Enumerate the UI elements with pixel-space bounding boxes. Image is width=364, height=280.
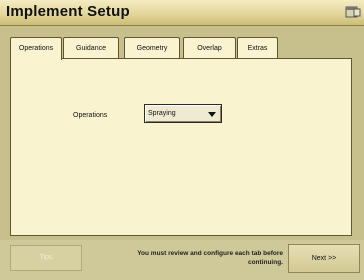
status-message-line2: continuing. (247, 259, 283, 266)
window-icon[interactable] (345, 5, 361, 19)
title-bar: Implement Setup (0, 0, 364, 26)
tab-operations[interactable]: Operations (10, 37, 62, 60)
status-message: You must review and configure each tab b… (98, 249, 283, 267)
tab-geometry[interactable]: Geometry (124, 37, 180, 58)
window-title: Implement Setup (6, 3, 130, 20)
tab-guidance[interactable]: Guidance (63, 37, 119, 58)
operations-selected-value: Spraying (148, 110, 176, 117)
status-message-line1: You must review and configure each tab b… (137, 250, 283, 257)
next-button[interactable]: Next >> (288, 244, 360, 273)
tab-panel-operations (10, 58, 352, 236)
chevron-down-icon (208, 112, 216, 117)
implement-setup-window: Implement Setup Operations Guidance Geom… (0, 0, 364, 280)
tab-overlap[interactable]: Overlap (183, 37, 236, 58)
operations-label: Operations (73, 112, 108, 119)
tab-extras[interactable]: Extras (237, 37, 278, 58)
operations-dropdown[interactable]: Spraying (144, 104, 222, 123)
tips-button[interactable]: Tips (10, 245, 82, 271)
